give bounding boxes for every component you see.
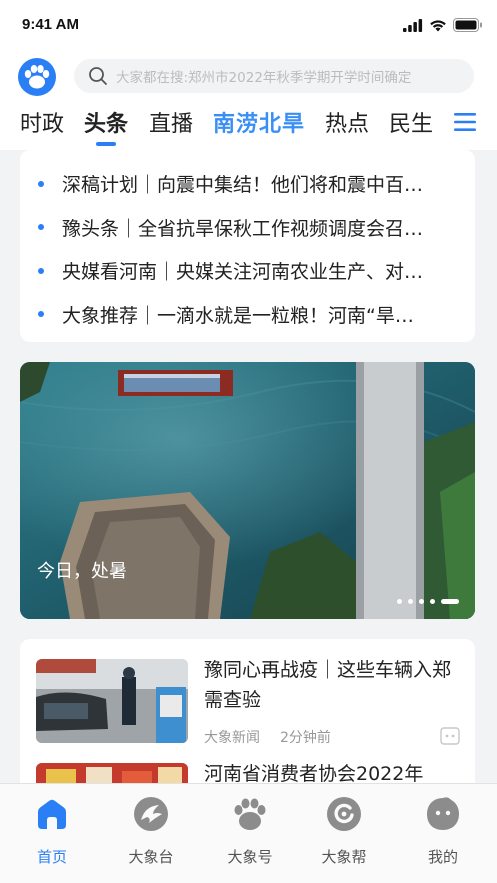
bullet-dot — [38, 224, 44, 231]
tabbar-label: 大象帮 — [321, 848, 367, 866]
tabbar-label: 我的 — [427, 848, 458, 866]
headline-item[interactable]: 深稿计划｜向震中集结！他们将和震中百… — [20, 162, 475, 206]
carousel-dot — [430, 599, 435, 604]
carousel-dot-active — [441, 599, 459, 604]
tab-shizheng[interactable]: 时政 — [20, 106, 64, 138]
tabbar-label: 大象号 — [227, 848, 273, 866]
tabbar-daxiangbang[interactable]: 大象帮 — [304, 796, 384, 867]
tabbar-wode[interactable]: 我的 — [403, 796, 483, 867]
tab-redian[interactable]: 热点 — [325, 106, 369, 138]
carousel-indicator — [397, 599, 459, 604]
tv-logo-icon — [134, 797, 168, 831]
header: 大家都在搜:郑州市2022年秋季学期开学时间确定 时政 头条 直播 南涝北旱 热… — [0, 52, 497, 150]
headline-item[interactable]: 央媒看河南｜央媒关注河南农业生产、对… — [20, 249, 475, 293]
headline-text: 大象推荐｜一滴水就是一粒粮！河南“旱… — [62, 304, 414, 327]
news-feed: 豫同心再战疫｜这些车辆入郑需查验 大象新闻 2分钟前 河南省消费者协会2022年 — [20, 639, 475, 789]
tabbar-daxiangtai[interactable]: 大象台 — [111, 796, 191, 867]
search-bar[interactable]: 大家都在搜:郑州市2022年秋季学期开学时间确定 — [74, 59, 474, 93]
news-time: 2分钟前 — [280, 730, 331, 746]
headline-list: 深稿计划｜向震中集结！他们将和震中百… 豫头条｜全省抗旱保秋工作视频调度会召… … — [20, 150, 475, 342]
active-tab-indicator — [96, 142, 116, 146]
status-icons — [403, 18, 483, 32]
carousel-dot — [397, 599, 402, 604]
status-time: 9:41 AM — [22, 16, 79, 33]
app-logo-icon[interactable] — [18, 58, 56, 96]
search-icon — [89, 67, 107, 85]
news-title[interactable]: 河南省消费者协会2022年 — [204, 759, 423, 786]
channel-menu-icon[interactable] — [454, 112, 476, 132]
news-title[interactable]: 豫同心再战疫｜这些车辆入郑需查验 — [204, 655, 466, 715]
tabbar-daxianghao[interactable]: 大象号 — [210, 796, 290, 867]
news-thumbnail[interactable] — [36, 659, 188, 743]
tab-toutiao[interactable]: 头条 — [84, 106, 128, 138]
bullet-dot — [38, 180, 44, 187]
banner-caption: 今日，处暑 — [37, 561, 127, 582]
paw-icon — [234, 798, 266, 830]
headline-text: 豫头条｜全省抗旱保秋工作视频调度会召… — [62, 217, 424, 240]
tab-nanlao-beihan[interactable]: 南涝北旱 — [213, 106, 305, 138]
headline-text: 央媒看河南｜央媒关注河南农业生产、对… — [62, 261, 424, 284]
headline-item[interactable]: 豫头条｜全省抗旱保秋工作视频调度会召… — [20, 206, 475, 250]
channel-tabs: 时政 头条 直播 南涝北旱 热点 民生 — [0, 106, 497, 146]
headline-text: 深稿计划｜向震中集结！他们将和震中百… — [62, 174, 424, 197]
news-meta: 大象新闻 2分钟前 — [204, 727, 331, 747]
bottom-tab-bar: 首页 大象台 大象号 大象帮 我的 — [0, 783, 497, 883]
headline-item[interactable]: 大象推荐｜一滴水就是一粒粮！河南“旱… — [20, 293, 475, 337]
help-icon — [327, 797, 361, 831]
battery-icon — [453, 18, 482, 32]
search-placeholder: 大家都在搜:郑州市2022年秋季学期开学时间确定 — [116, 70, 412, 86]
tabbar-home[interactable]: 首页 — [12, 796, 92, 867]
tab-zhibo[interactable]: 直播 — [149, 106, 193, 138]
wifi-icon — [430, 19, 446, 31]
feedback-icon[interactable] — [440, 727, 460, 745]
status-bar: 9:41 AM — [0, 0, 497, 52]
signal-icon — [403, 18, 423, 32]
news-source: 大象新闻 — [204, 730, 260, 746]
bullet-dot — [38, 311, 44, 318]
profile-icon — [427, 797, 459, 830]
home-icon — [38, 799, 66, 829]
bullet-dot — [38, 267, 44, 274]
carousel-dot — [419, 599, 424, 604]
tabbar-label: 大象台 — [128, 848, 174, 866]
tab-minsheng[interactable]: 民生 — [389, 106, 433, 138]
tabbar-label: 首页 — [36, 848, 67, 866]
carousel-dot — [408, 599, 413, 604]
banner-carousel[interactable]: 今日，处暑 — [20, 362, 475, 619]
